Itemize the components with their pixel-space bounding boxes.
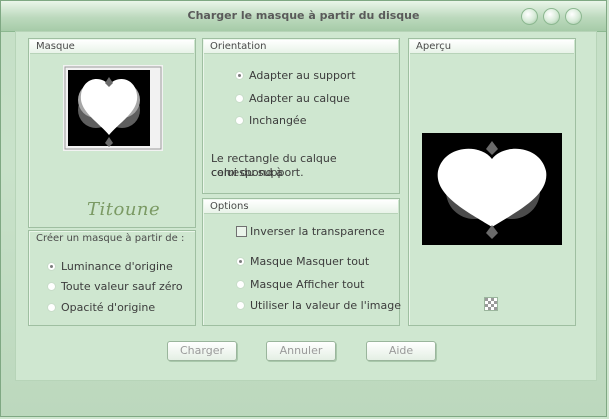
title-bar[interactable]: Charger le masque à partir du disque <box>1 1 606 32</box>
radio-luminance-label: Luminance d'origine <box>61 260 173 273</box>
mask-thumbnail[interactable] <box>63 65 163 151</box>
masque-header: Masque <box>30 40 194 54</box>
radio-fit-layer-indicator[interactable] <box>235 94 244 103</box>
close-button[interactable] <box>565 8 582 25</box>
aide-button[interactable]: Aide <box>366 341 436 361</box>
radio-use-image-label: Utiliser la valeur de l'image <box>250 299 401 312</box>
invert-transparency-label: Inverser la transparence <box>250 225 385 238</box>
radio-fit-canvas-label: Adapter au support <box>249 69 356 82</box>
orientation-header: Orientation <box>204 40 398 54</box>
radio-opacity-indicator[interactable] <box>47 303 56 312</box>
charger-button[interactable]: Charger <box>167 341 237 361</box>
preview-background-button[interactable] <box>484 297 498 311</box>
radio-show-all-label: Masque Afficher tout <box>250 278 365 291</box>
signature-watermark: Titoune <box>87 199 161 220</box>
radio-fit-canvas-indicator[interactable] <box>235 71 244 80</box>
masque-panel: Masque Titoune <box>28 38 196 228</box>
annuler-button[interactable]: Annuler <box>266 341 336 361</box>
checkerboard-icon <box>485 298 497 310</box>
radio-nonzero-indicator[interactable] <box>47 282 56 291</box>
dialog-window: Charger le masque à partir du disque Mas… <box>0 0 607 417</box>
window-title: Charger le masque à partir du disque <box>187 9 420 22</box>
dialog-content: Masque Titoune Créer un masque à partir … <box>15 31 597 381</box>
create-mask-header: Créer un masque à partir de : <box>36 233 185 244</box>
create-mask-panel: Créer un masque à partir de : Luminance … <box>28 230 196 326</box>
radio-unchanged-label: Inchangée <box>249 114 307 127</box>
radio-nonzero-label: Toute valeur sauf zéro <box>61 280 183 293</box>
maximize-button[interactable] <box>543 8 560 25</box>
preview-panel: Aperçu <box>408 38 576 326</box>
minimize-button[interactable] <box>521 8 538 25</box>
radio-fit-layer-label: Adapter au calque <box>249 92 350 105</box>
radio-unchanged-indicator[interactable] <box>235 116 244 125</box>
preview-header: Aperçu <box>410 40 574 54</box>
radio-hide-all-label: Masque Masquer tout <box>250 255 370 268</box>
orientation-description-line2: celui du support. <box>211 166 304 179</box>
radio-opacity-label: Opacité d'origine <box>61 301 156 314</box>
radio-hide-all-indicator[interactable] <box>236 257 245 266</box>
options-panel: Options Inverser la transparence Masque … <box>202 198 401 326</box>
radio-use-image-indicator[interactable] <box>236 301 245 310</box>
orientation-panel: Orientation Adapter au support Adapter a… <box>202 38 400 194</box>
preview-image <box>422 133 562 245</box>
radio-show-all-indicator[interactable] <box>236 280 245 289</box>
invert-transparency-box[interactable] <box>236 226 247 237</box>
options-header: Options <box>204 200 398 214</box>
radio-luminance-indicator[interactable] <box>47 262 56 271</box>
